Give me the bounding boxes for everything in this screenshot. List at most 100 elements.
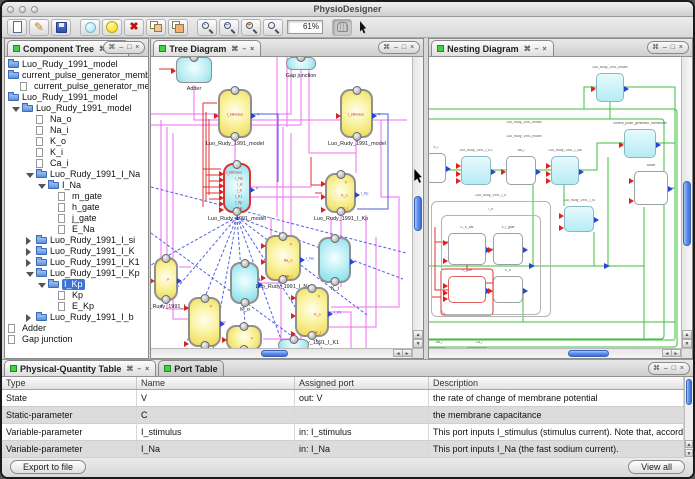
scroll-up-arrow[interactable]: ▲ [685, 440, 693, 448]
tree-item-luo-rudy-1991-model[interactable]: Luo_Rudy_1991_model [5, 92, 148, 103]
connector-knob-icon[interactable] [240, 322, 249, 331]
delete-button[interactable]: ✖ [124, 19, 144, 36]
zoom-in-button[interactable]: + [241, 19, 261, 36]
tree-item-label[interactable]: current_pulse_generator_membrane [22, 70, 148, 81]
diagram-node-node[interactable]: V [226, 325, 262, 348]
diagram-node-luo-rudy-1991-model[interactable] [596, 73, 624, 102]
tree-item-label[interactable]: Luo_Rudy_1991_I_Na [50, 169, 140, 180]
connector-knob-icon[interactable] [231, 132, 240, 141]
input-port-icon[interactable] [321, 181, 326, 187]
input-port-icon[interactable] [619, 142, 624, 148]
connector-knob-icon[interactable] [231, 86, 240, 95]
connector-knob-icon[interactable] [279, 232, 288, 241]
tab-window-buttons[interactable]: ⌘ – × [126, 365, 150, 373]
tree-item-luo-rudy-1991-i-k[interactable]: Luo_Rudy_1991_I_K [5, 246, 148, 257]
input-port-icon[interactable] [151, 278, 155, 284]
table-cell[interactable]: This port inputs I_stimulus (stimulus cu… [429, 424, 684, 440]
tree-item-label[interactable]: K_i [50, 147, 63, 158]
table-cell[interactable]: This port inputs I_Na (the fast sodium c… [429, 441, 684, 457]
table-cell[interactable]: the rate of change of membrane potential [429, 390, 684, 406]
collapse-arrow-icon[interactable] [38, 283, 46, 288]
zoom-level-field[interactable]: 61% [287, 20, 323, 34]
input-port-icon[interactable] [171, 68, 176, 74]
tree-item-label[interactable]: Luo_Rudy_1991_I_si [50, 235, 135, 246]
connector-knob-icon[interactable] [240, 259, 249, 268]
tree-diagram-hscrollbar[interactable]: ◄ ► [151, 348, 412, 358]
nesting-diagram-vscrollbar[interactable]: ▲ ▼ [681, 57, 692, 348]
diagram-node-luo-rudy-1991-i-si[interactable] [564, 206, 594, 232]
hand-tool-button[interactable] [332, 19, 352, 36]
nesting-diagram-canvas[interactable]: Luo_Rudy_1991_modelcurrent_pulse_generat… [429, 57, 681, 348]
diagram-node-luo-rudy-1991-model[interactable]: I_stimulusI_NaI_siI_KI_K1I_KpI_bV [223, 163, 251, 213]
tree-item-i-kp[interactable]: I_Kp [5, 279, 148, 290]
input-port-icon[interactable] [546, 178, 551, 184]
diagram-node-adder[interactable] [634, 171, 668, 205]
connector-knob-icon[interactable] [233, 160, 242, 169]
input-port-icon[interactable] [336, 113, 341, 119]
tree-diagram-corner-buttons[interactable]: ⌘ – □ × [378, 41, 420, 54]
zoom-reset-button[interactable] [263, 19, 283, 36]
diagram-node-adder[interactable] [176, 57, 212, 83]
tree-item-k-o[interactable]: K_o [5, 136, 148, 147]
bottom-corner-buttons[interactable]: ⌘ – □ × [648, 362, 690, 375]
tree-item-h-gate[interactable]: h_gate [5, 202, 148, 213]
tree-diagram-canvas[interactable]: AdderGap junctionI_stimulusVLuo_Rudy_199… [151, 57, 412, 348]
input-port-icon[interactable] [443, 240, 448, 246]
table-cell[interactable]: in: I_Na [295, 441, 429, 457]
nesting-diagram-corner-buttons[interactable]: ⌘ – □ × [647, 41, 689, 54]
table-cell[interactable]: State [2, 390, 137, 406]
nesting-diagram-hscrollbar[interactable]: ◄ ► [429, 348, 681, 358]
table-cell[interactable] [295, 407, 429, 423]
table-cell[interactable]: out: V [295, 390, 429, 406]
input-port-icon[interactable] [456, 163, 461, 169]
tree-item-m-gate[interactable]: m_gate [5, 191, 148, 202]
output-port-icon[interactable] [579, 169, 584, 175]
diagram-node-x-gate[interactable] [448, 276, 486, 303]
tree-item-e-na[interactable]: E_Na [5, 224, 148, 235]
tree-item-label[interactable]: Kp [72, 290, 83, 301]
expand-arrow-icon[interactable] [26, 248, 31, 256]
tree-item-label[interactable]: Ca_i [50, 158, 69, 169]
tab-nesting-diagram[interactable]: Nesting Diagram ⌘ – × [431, 40, 553, 56]
table-row[interactable]: Variable-parameterI_Nain: I_NaThis port … [2, 441, 684, 458]
diagram-node-luo-rudy-1991-i-na[interactable]: VNa_oNa_iI_Na [265, 235, 301, 281]
output-port-icon[interactable] [624, 86, 629, 92]
save-button[interactable] [51, 19, 71, 36]
diagram-node-gap-junction[interactable] [286, 57, 316, 70]
tree-item-label[interactable]: Na_o [50, 114, 72, 125]
output-port-icon[interactable] [656, 142, 661, 148]
tree-diagram-vscroll-thumb[interactable] [414, 196, 422, 231]
tree-item-luo-rudy-1991-i-si[interactable]: Luo_Rudy_1991_I_si [5, 235, 148, 246]
input-port-icon[interactable] [488, 247, 493, 253]
tree-item-label[interactable]: j_gate [72, 213, 97, 224]
tree-item-luo-rudy-1991-i-k1[interactable]: Luo_Rudy_1991_I_K1 [5, 257, 148, 268]
copy-button[interactable] [146, 19, 166, 36]
tree-item-label[interactable]: Luo_Rudy_1991_I_Kp [50, 268, 140, 279]
input-port-icon[interactable] [559, 213, 564, 219]
input-port-icon[interactable] [184, 341, 189, 347]
connector-knob-icon[interactable] [240, 298, 249, 307]
input-port-icon[interactable] [219, 207, 224, 213]
tree-item-label[interactable]: Luo_Rudy_1991_I_K [50, 246, 135, 257]
tree-item-label[interactable]: h_gate [72, 202, 100, 213]
expand-arrow-icon[interactable] [26, 237, 31, 245]
input-port-icon[interactable] [488, 288, 493, 294]
tree-item-na-o[interactable]: Na_o [5, 114, 148, 125]
connector-knob-icon[interactable] [336, 170, 345, 179]
tree-item-kp[interactable]: Kp [5, 290, 148, 301]
input-port-icon[interactable] [214, 113, 219, 119]
zoom-out-button[interactable]: – [219, 19, 239, 36]
diagram-node-luo-rudy-1991-model[interactable]: I_stimulusV [340, 89, 373, 138]
output-port-icon[interactable] [523, 247, 528, 253]
tree-item-label[interactable]: E_Kp [72, 301, 94, 312]
input-port-icon[interactable] [443, 258, 448, 264]
tree-item-label[interactable]: m_gate [72, 191, 102, 202]
view-all-button[interactable]: View all [628, 460, 685, 474]
tree-item-gap-junction[interactable]: Gap junction [5, 334, 148, 345]
input-port-icon[interactable] [222, 337, 227, 343]
output-port-icon[interactable] [350, 259, 355, 265]
column-header-type[interactable]: Type [2, 377, 137, 389]
input-port-icon[interactable] [261, 275, 266, 281]
tree-item-label[interactable]: K_o [50, 136, 66, 147]
column-header-assigned-port[interactable]: Assigned port [295, 377, 429, 389]
